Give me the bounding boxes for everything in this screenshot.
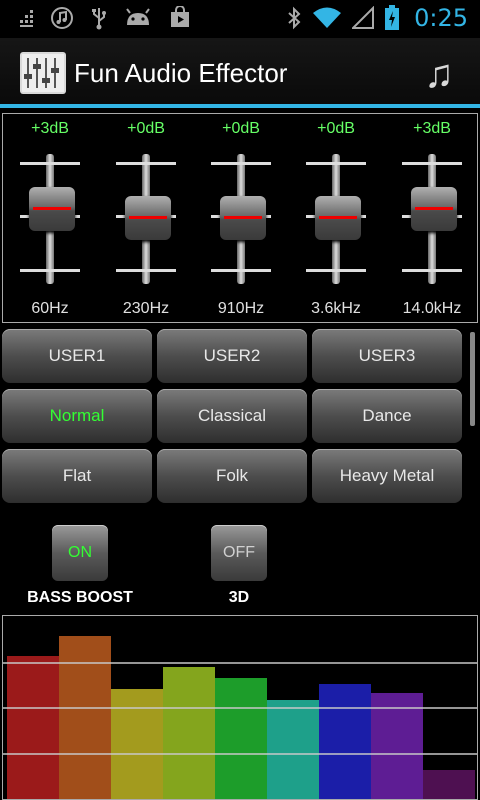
eq-tick xyxy=(402,269,462,272)
eq-tick xyxy=(116,269,176,272)
eq-slider-knob[interactable] xyxy=(411,187,457,231)
eq-frequency-label: 3.6kHz xyxy=(311,300,361,317)
spectrum-bar xyxy=(215,678,267,799)
preset-button[interactable]: Dance xyxy=(312,389,462,443)
eq-tick xyxy=(211,162,271,165)
bass-boost-toggle[interactable]: ON xyxy=(52,525,108,581)
spectrum-bar xyxy=(423,770,475,799)
eq-knob-indicator xyxy=(415,207,453,210)
preset-button[interactable]: USER3 xyxy=(312,329,462,383)
preset-button[interactable]: USER1 xyxy=(2,329,152,383)
spectrum-bar xyxy=(163,667,215,799)
music-note-icon xyxy=(51,7,73,29)
eq-knob-indicator xyxy=(129,216,167,219)
spectrum-bar xyxy=(319,684,371,799)
eq-frequency-label: 230Hz xyxy=(122,300,170,317)
spectrum-bar xyxy=(7,656,59,799)
3d-toggle[interactable]: OFF xyxy=(211,525,267,581)
eq-tick xyxy=(116,162,176,165)
clock: 0:25 xyxy=(414,4,468,32)
eq-slider-knob[interactable] xyxy=(315,196,361,240)
preset-button[interactable]: Folk xyxy=(157,449,307,503)
eq-tick xyxy=(402,162,462,165)
eq-band: +3dB 60Hz xyxy=(5,114,95,324)
eq-knob-indicator xyxy=(33,207,71,210)
spectrum-gridline xyxy=(3,662,477,664)
eq-tick xyxy=(20,269,80,272)
android-icon xyxy=(126,8,150,25)
eq-knob-indicator xyxy=(319,216,357,219)
equalizer-icon xyxy=(20,52,66,94)
music-note-icon[interactable]: ♫ xyxy=(424,52,454,97)
eq-band: +0dB 3.6kHz xyxy=(291,114,381,324)
action-bar-divider xyxy=(0,104,480,108)
preset-button[interactable]: Classical xyxy=(157,389,307,443)
preset-scrollbar[interactable] xyxy=(470,332,475,426)
spectrum-bar xyxy=(111,689,163,799)
spectrum-bar xyxy=(59,636,111,799)
preset-grid: USER1 USER2 USER3 Normal Classical Dance Flat F… xyxy=(0,326,470,514)
eq-band: +0dB 910Hz xyxy=(196,114,286,324)
3d-label: 3D xyxy=(228,589,250,606)
wifi-icon xyxy=(313,7,342,28)
eq-slider-knob[interactable] xyxy=(220,196,266,240)
eq-gain-label: +0dB xyxy=(317,120,355,137)
eq-frequency-label: 14.0kHz xyxy=(402,300,462,317)
spectrum-visualizer xyxy=(2,615,478,800)
eq-tick xyxy=(306,162,366,165)
spectrum-bar xyxy=(267,700,319,799)
eq-knob-indicator xyxy=(224,216,262,219)
preset-button[interactable]: Heavy Metal xyxy=(312,449,462,503)
eq-gain-label: +3dB xyxy=(413,120,451,137)
preset-button[interactable]: Normal xyxy=(2,389,152,443)
eq-gain-label: +0dB xyxy=(127,120,165,137)
eq-band: +3dB 14.0kHz xyxy=(387,114,477,324)
store-icon xyxy=(171,6,189,27)
spectrum-gridline xyxy=(3,753,477,755)
preset-button[interactable]: USER2 xyxy=(157,329,307,383)
eq-tick xyxy=(211,269,271,272)
equalizer-panel: +3dB 60Hz +0dB 230Hz +0dB 910Hz +0dB 3.6kHz +3dB… xyxy=(2,113,478,323)
eq-slider-knob[interactable] xyxy=(29,187,75,231)
eq-gain-label: +0dB xyxy=(222,120,260,137)
eq-gain-label: +3dB xyxy=(31,120,69,137)
app-title: Fun Audio Effector xyxy=(74,58,288,88)
eq-frequency-label: 910Hz xyxy=(217,300,265,317)
battery-icon xyxy=(385,5,400,30)
eq-tick xyxy=(20,162,80,165)
signal-icon xyxy=(352,6,375,29)
spectrum-gridline xyxy=(3,707,477,709)
action-bar: Fun Audio Effector ♫ xyxy=(0,38,480,104)
eq-slider-knob[interactable] xyxy=(125,196,171,240)
usb-icon xyxy=(92,8,106,30)
eq-band: +0dB 230Hz xyxy=(101,114,191,324)
bass-boost-label: BASS BOOST xyxy=(27,589,133,606)
menu-dots-icon xyxy=(20,10,33,27)
preset-button[interactable]: Flat xyxy=(2,449,152,503)
bluetooth-icon xyxy=(288,6,301,30)
eq-frequency-label: 60Hz xyxy=(31,300,69,317)
status-bar: 0:25 xyxy=(0,0,480,38)
eq-tick xyxy=(306,269,366,272)
